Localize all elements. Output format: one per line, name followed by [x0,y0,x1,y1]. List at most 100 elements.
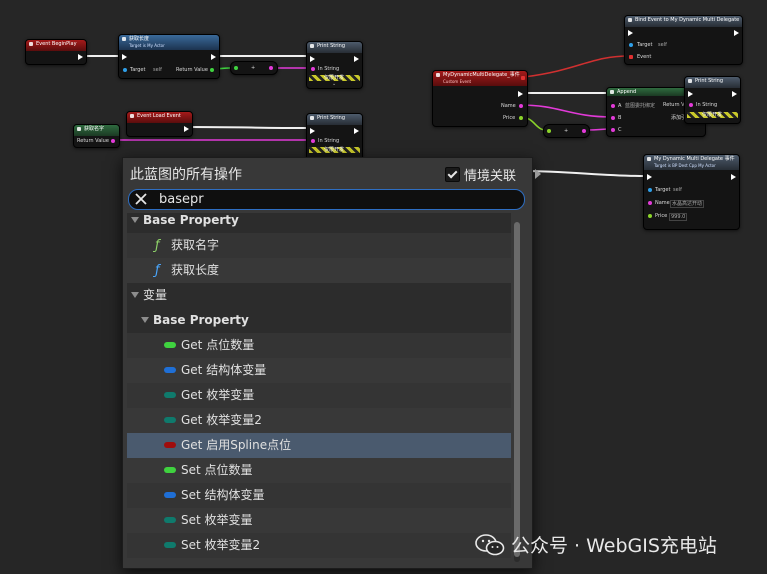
in-string-pin[interactable] [311,139,315,143]
scrollbar-thumb[interactable] [514,222,520,557]
expand-arrow-icon[interactable] [131,217,139,223]
exec-out-pin[interactable] [734,30,739,36]
price-pin[interactable] [519,116,523,120]
in-string-pin[interactable] [689,103,693,107]
node-print-string-3[interactable]: Print String In String 仅限开发 [684,76,741,124]
in-pin[interactable] [547,129,551,133]
category-label: Base Property [143,213,239,227]
node-header: My Dynamic Multi Delegate 事件 Target is B… [644,155,739,170]
exec-out-pin[interactable] [732,91,737,97]
exec-in-pin[interactable] [310,128,315,134]
search-box[interactable] [128,189,525,210]
target-pin[interactable] [123,68,127,72]
target-value: self [673,187,682,193]
exec-in-pin[interactable] [628,30,633,36]
node-title: 获取长度 [129,36,150,42]
menu-item-function[interactable]: ƒ 获取长度 [127,258,511,283]
menu-category[interactable]: Base Property [127,213,511,233]
node-print-string-1[interactable]: Print String In String 仅限开发 ⌄ [306,41,363,89]
c-pin[interactable] [611,128,615,132]
watermark: 公众号 · WebGIS充电站 [475,531,717,558]
watermark-text: 公众号 · WebGIS充电站 [511,535,717,557]
node-print-string-2[interactable]: Print String In String 仅限开发 [306,113,363,161]
exec-out-pin[interactable] [211,54,216,60]
node-event-load[interactable]: Event Load Event [126,111,193,137]
exec-out-pin[interactable] [354,128,359,134]
name-label: Name [501,103,516,109]
name-value-field[interactable]: 水晶高达开动 [670,200,705,208]
chevron-down-icon[interactable]: ⌄ [332,82,336,87]
exec-in-pin[interactable] [122,54,127,60]
function-icon: ƒ [155,238,160,253]
menu-item-variable[interactable]: Set 结构体变量 [127,483,511,508]
return-pin[interactable] [210,68,214,72]
out-pin[interactable] [582,129,586,133]
scrollbar[interactable] [514,222,520,562]
menu-item-label: Get 枚举变量2 [181,413,262,427]
node-get-length[interactable]: 获取长度 Target is My Actor Target self Retu… [118,34,220,79]
exec-in-pin[interactable] [647,174,652,180]
menu-item-variable[interactable]: Get 枚举变量2 [127,408,511,433]
category-label: Base Property [153,313,249,327]
menu-item-variable[interactable]: Set 点位数量 [127,458,511,483]
node-add-2[interactable]: + [543,124,590,138]
price-pin[interactable] [648,214,652,218]
delegate-pin[interactable] [521,76,525,80]
event-label: Event [637,54,652,60]
menu-item-label: 获取长度 [171,263,220,277]
a-pin[interactable] [611,104,615,108]
menu-item-label: Set 启用Spline点位 [181,558,289,563]
node-title: Event BeginPlay [26,40,86,51]
context-sensitive-toggle[interactable]: 情境关联 [444,165,516,184]
node-subtitle: Target is BP Dest Cpp My Actor [654,163,716,168]
exec-in-pin[interactable] [688,91,693,97]
exec-out-pin[interactable] [731,174,736,180]
in-pin[interactable] [234,66,238,70]
node-get-name[interactable]: 获取名字 Return Value [73,124,120,148]
menu-item-variable[interactable]: Get 启用Spline点位 [127,433,511,458]
out-pin[interactable] [269,66,273,70]
target-label: Target [130,67,146,73]
node-title: Event Load Event [127,112,192,123]
menu-item-variable[interactable]: Set 枚举变量 [127,508,511,533]
target-pin[interactable] [648,188,652,192]
clear-search-icon[interactable] [133,191,149,207]
node-bind-event[interactable]: Bind Event to My Dynamic Multi Delegate … [624,15,743,65]
menu-item-variable[interactable]: Set 枚举变量2 [127,533,511,558]
op-label: + [251,65,256,71]
expand-arrow-icon[interactable] [141,317,149,323]
return-pin[interactable] [111,139,115,143]
node-call-delegate[interactable]: My Dynamic Multi Delegate 事件 Target is B… [643,154,740,230]
exec-in-pin[interactable] [310,56,315,62]
exec-out-pin[interactable] [184,126,189,132]
node-title: Print String [685,77,740,88]
node-add[interactable]: + [230,61,278,75]
context-sensitive-checkbox[interactable] [444,167,460,182]
exec-out-pin[interactable] [518,91,523,97]
menu-item-variable[interactable]: Get 结构体变量 [127,358,511,383]
menu-item-variable[interactable]: Get 枚举变量 [127,383,511,408]
b-label: B [618,115,622,121]
menu-item-variable[interactable]: Set 启用Spline点位 [127,558,511,563]
menu-item-function[interactable]: ƒ 获取名字 [127,233,511,258]
expand-arrow-icon[interactable] [131,292,139,298]
node-custom-event[interactable]: MyDynamicMultiDelegate_事件 Custom Event N… [432,70,528,127]
menu-item-variable[interactable]: Get 点位数量 [127,333,511,358]
target-pin[interactable] [629,43,633,47]
variable-type-icon [164,342,176,348]
context-sensitive-label: 情境关联 [463,169,516,184]
node-event-beginplay[interactable]: Event BeginPlay [25,39,87,65]
menu-category[interactable]: Base Property [127,308,511,333]
in-string-pin[interactable] [311,67,315,71]
menu-category[interactable]: 变量 [127,283,511,308]
menu-item-label: Set 枚举变量 [181,513,253,527]
name-pin[interactable] [519,104,523,108]
exec-out-pin[interactable] [78,54,83,60]
blueprint-action-menu: 此蓝图的所有操作 情境关联 Base Propertyƒ获取名字ƒ获取长度变量B… [122,157,541,569]
name-pin[interactable] [648,201,652,205]
b-pin[interactable] [611,116,615,120]
search-input[interactable] [159,191,509,207]
exec-out-pin[interactable] [354,56,359,62]
price-value-field[interactable]: 999.0 [669,213,688,221]
event-pin[interactable] [629,55,633,59]
